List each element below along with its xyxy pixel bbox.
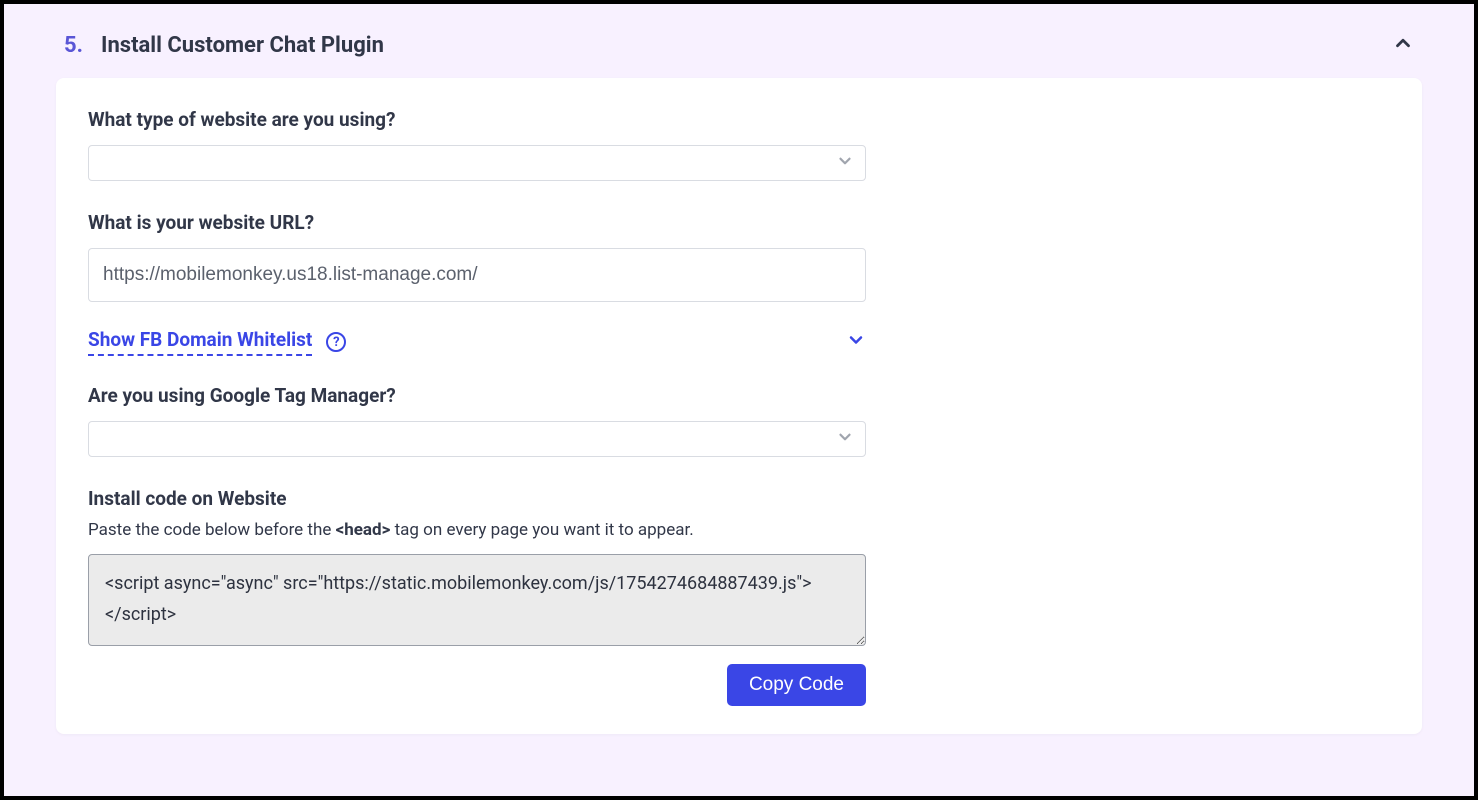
website-type-select[interactable] <box>88 145 866 181</box>
gtm-label: Are you using Google Tag Manager? <box>88 384 866 407</box>
gtm-select[interactable] <box>88 421 866 457</box>
install-code-label: Install code on Website <box>88 487 866 510</box>
button-row: Copy Code <box>88 664 866 706</box>
chevron-up-icon[interactable] <box>1392 32 1414 58</box>
page-background: 5. Install Customer Chat Plugin What typ… <box>4 4 1474 796</box>
hint-tag: <head> <box>336 520 391 540</box>
website-type-select-wrap <box>88 145 866 181</box>
whitelist-left: Show FB Domain Whitelist ? <box>88 328 346 356</box>
hint-pre: Paste the code below before the <box>88 520 336 540</box>
accordion-header[interactable]: 5. Install Customer Chat Plugin <box>56 28 1422 78</box>
whitelist-row: Show FB Domain Whitelist ? <box>88 328 866 356</box>
help-icon[interactable]: ? <box>326 332 346 352</box>
website-url-input[interactable] <box>88 248 866 302</box>
step-number: 5. <box>64 33 83 58</box>
code-snippet-box[interactable]: <script async="async" src="https://stati… <box>88 554 866 646</box>
chevron-down-icon[interactable] <box>846 330 866 354</box>
form-card: What type of website are you using? What… <box>56 78 1422 734</box>
form-column: What type of website are you using? What… <box>88 108 866 706</box>
copy-code-button[interactable]: Copy Code <box>727 664 866 706</box>
install-code-hint: Paste the code below before the <head> t… <box>88 520 866 540</box>
hint-post: tag on every page you want it to appear. <box>390 520 693 540</box>
show-whitelist-link[interactable]: Show FB Domain Whitelist <box>88 328 312 356</box>
website-type-label: What type of website are you using? <box>88 108 866 131</box>
accordion-title-wrap: 5. Install Customer Chat Plugin <box>64 33 384 58</box>
step-title: Install Customer Chat Plugin <box>101 33 384 58</box>
website-url-label: What is your website URL? <box>88 211 866 234</box>
gtm-select-wrap <box>88 421 866 457</box>
